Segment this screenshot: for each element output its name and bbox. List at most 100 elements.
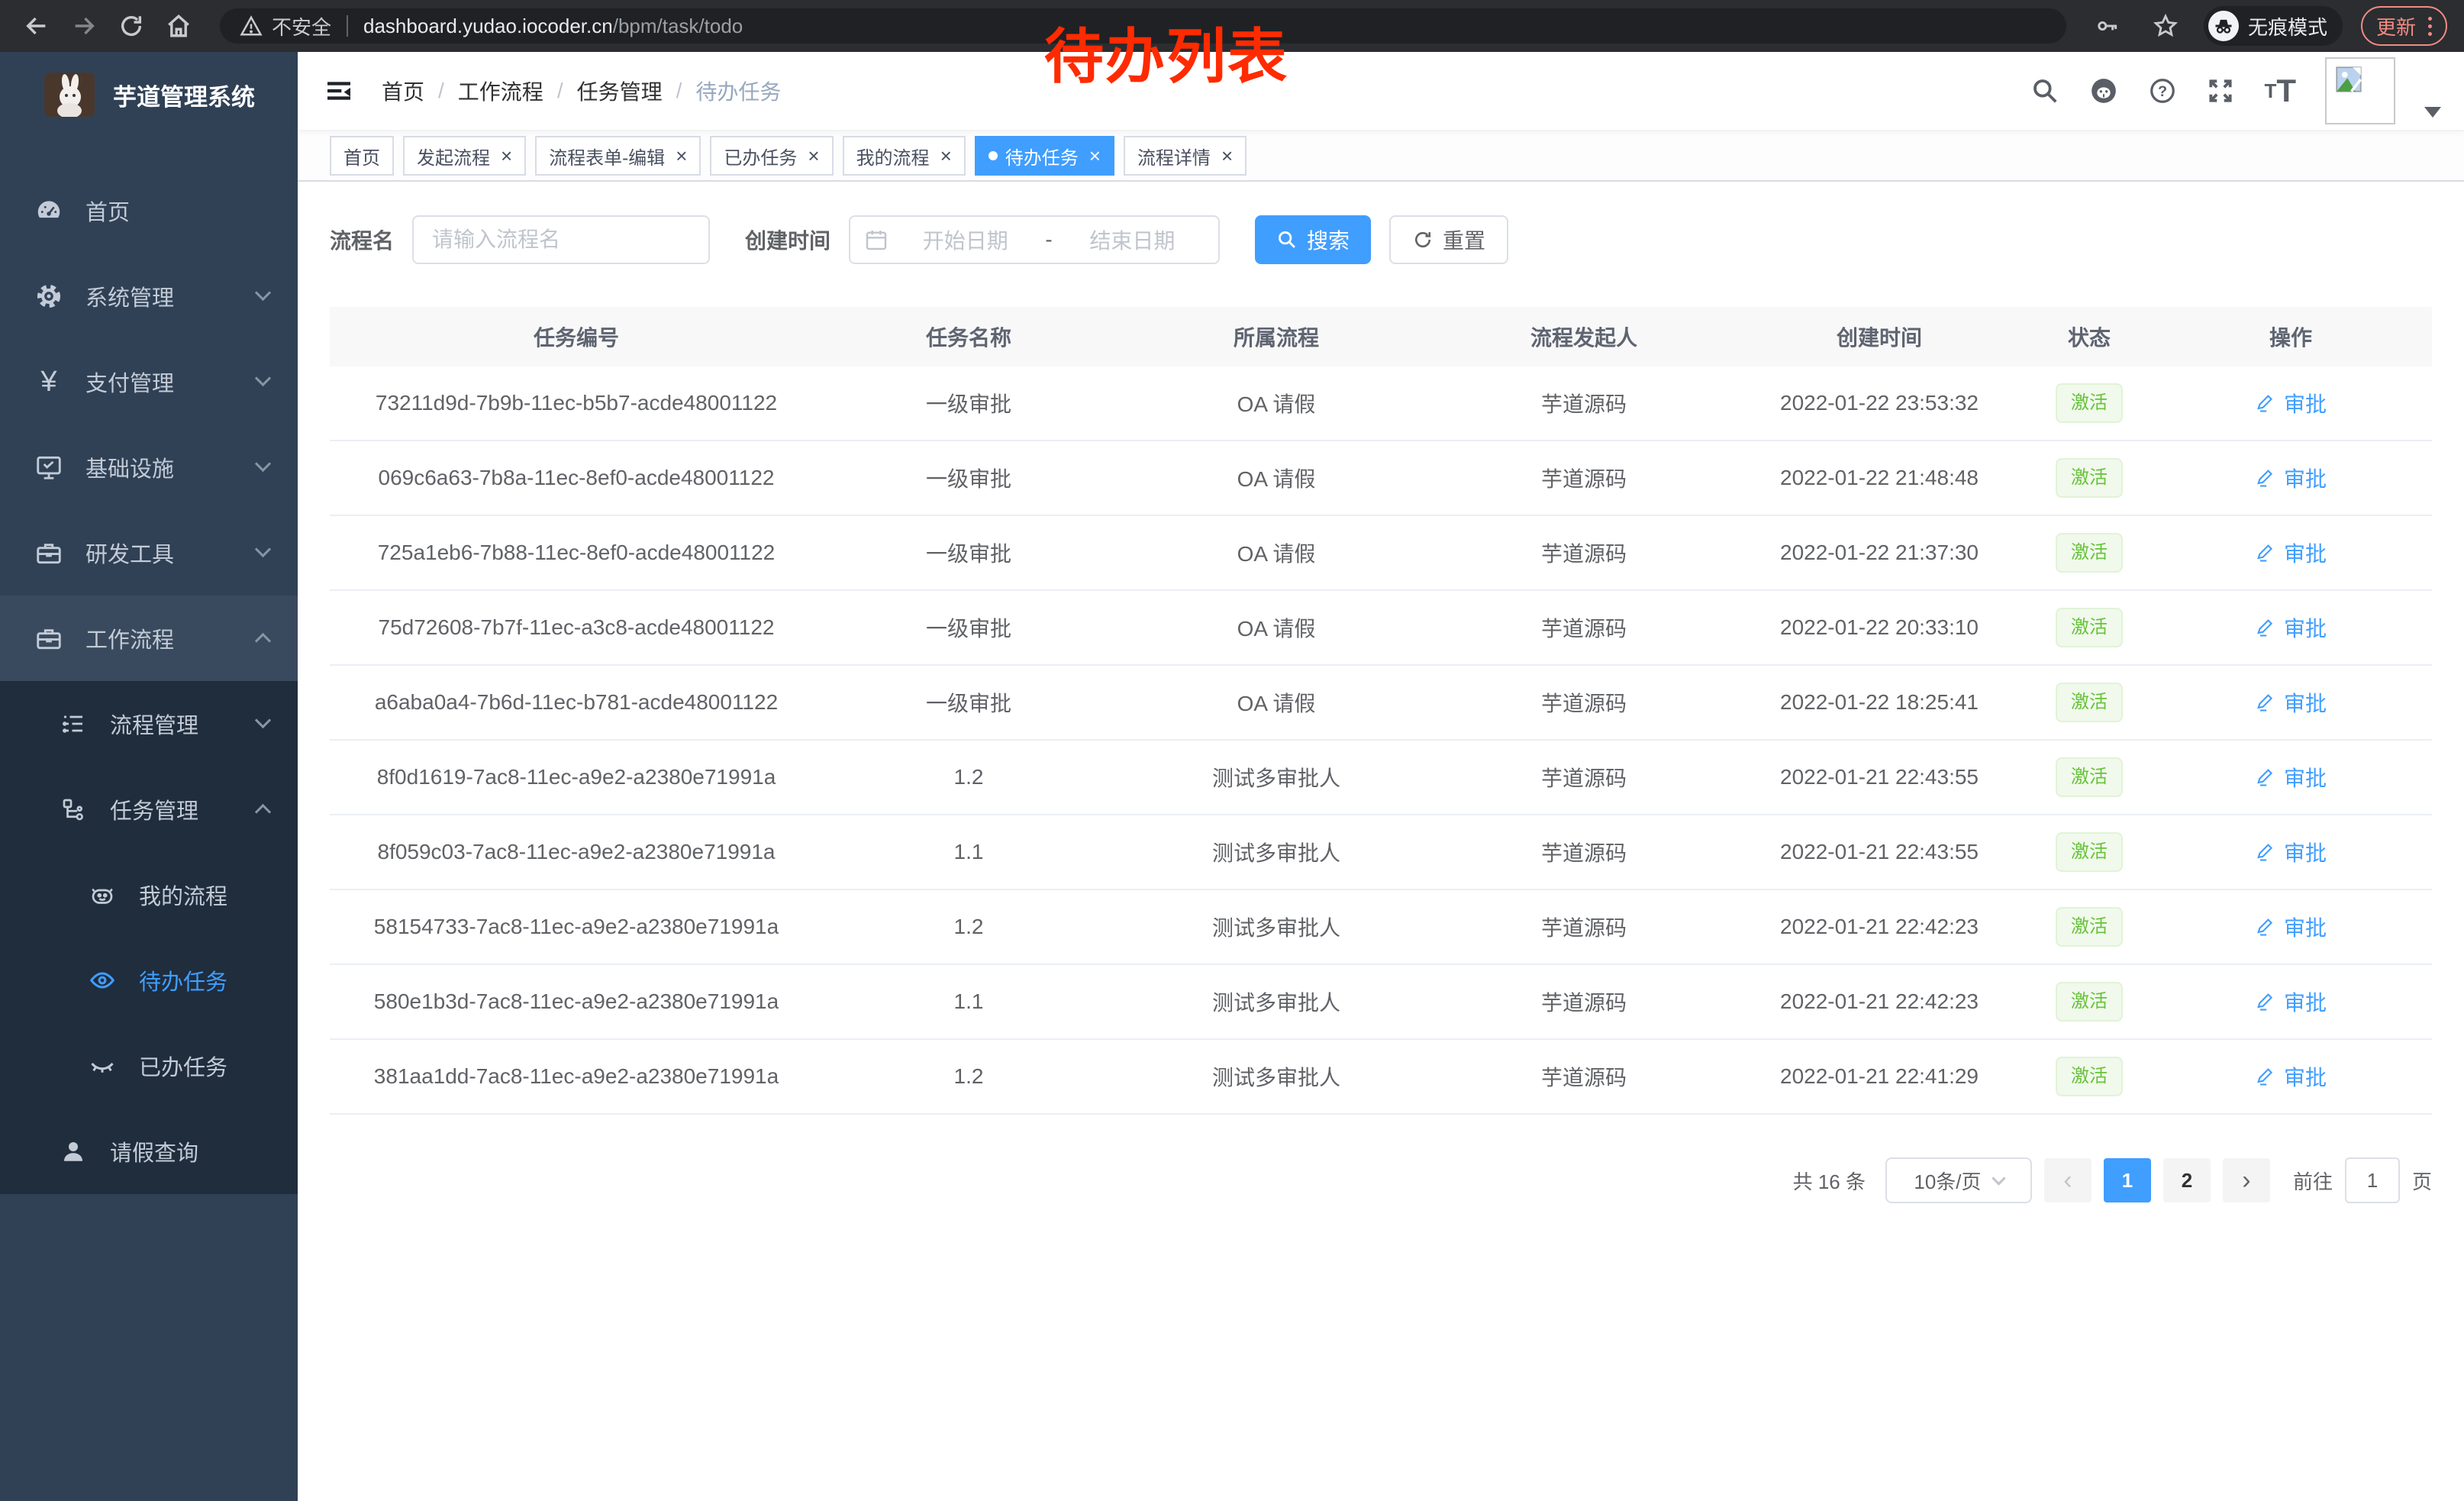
edit-pen-icon [2255, 767, 2276, 788]
close-icon[interactable]: × [676, 146, 687, 166]
sidebar-item-todo-tasks[interactable]: 待办任务 [0, 938, 298, 1023]
reset-button[interactable]: 重置 [1389, 215, 1508, 264]
edit-pen-icon [2255, 617, 2276, 638]
breadcrumb-workflow[interactable]: 工作流程 [458, 76, 543, 106]
search-icon[interactable] [2030, 76, 2059, 105]
close-icon[interactable]: × [808, 146, 819, 166]
approve-link[interactable]: 审批 [2255, 986, 2327, 1017]
avatar[interactable] [2325, 57, 2395, 124]
sidebar-item-payment[interactable]: ¥ 支付管理 [0, 339, 298, 424]
sidebar-item-label: 请假查询 [110, 1135, 198, 1167]
sidebar-item-label: 待办任务 [139, 964, 227, 996]
sidebar-item-system[interactable]: 系统管理 [0, 253, 298, 339]
sidebar-fold-icon[interactable] [321, 73, 357, 109]
approve-link[interactable]: 审批 [2255, 687, 2327, 718]
search-button[interactable]: 搜索 [1255, 215, 1371, 264]
date-range-picker[interactable]: 开始日期 - 结束日期 [849, 215, 1220, 264]
app-logo-row: 芋道管理系统 [0, 52, 298, 137]
browser-update-button[interactable]: 更新 [2361, 6, 2447, 46]
password-key-icon[interactable] [2088, 6, 2127, 46]
monitor-icon [32, 453, 66, 482]
sidebar-item-my-process[interactable]: 我的流程 [0, 852, 298, 938]
start-date-placeholder[interactable]: 开始日期 [893, 224, 1037, 255]
table-row: 58154733-7ac8-11ec-a9e2-a2380e71991a 1.2… [330, 890, 2432, 965]
approve-link[interactable]: 审批 [2255, 388, 2327, 418]
incognito-badge[interactable]: 无痕模式 [2204, 6, 2343, 46]
tab-start-process[interactable]: 发起流程 × [403, 136, 526, 176]
sidebar-item-process-mgmt[interactable]: 流程管理 [0, 681, 298, 767]
approve-link[interactable]: 审批 [2255, 537, 2327, 568]
tab-todo-tasks[interactable]: 待办任务 × [975, 136, 1114, 176]
prev-page-button[interactable]: ‹ [2044, 1158, 2091, 1202]
status-badge: 激活 [2056, 982, 2123, 1022]
help-icon[interactable]: ? [2148, 76, 2177, 105]
fullscreen-icon[interactable] [2206, 76, 2235, 105]
close-icon[interactable]: × [501, 146, 512, 166]
url-divider [347, 15, 348, 37]
page-1-button[interactable]: 1 [2104, 1158, 2151, 1202]
approve-link[interactable]: 审批 [2255, 463, 2327, 493]
toolbox-icon [32, 538, 66, 567]
approve-link[interactable]: 审批 [2255, 1061, 2327, 1092]
sidebar-item-leave-query[interactable]: 请假查询 [0, 1109, 298, 1194]
briefcase-icon [32, 624, 66, 653]
status-badge: 激活 [2056, 683, 2123, 722]
edit-pen-icon [2255, 692, 2276, 713]
chevron-down-icon [255, 712, 271, 728]
close-icon[interactable]: × [940, 146, 952, 166]
browser-menu-kebab-icon[interactable] [2428, 17, 2432, 36]
end-date-placeholder[interactable]: 结束日期 [1060, 224, 1205, 255]
avatar-caret-icon[interactable] [2424, 107, 2441, 118]
chevron-up-icon [255, 633, 271, 649]
bookmark-star-icon[interactable] [2146, 6, 2185, 46]
active-dot [989, 151, 998, 160]
status-badge: 激活 [2056, 907, 2123, 947]
date-separator: - [1042, 228, 1055, 252]
tab-my-process[interactable]: 我的流程 × [843, 136, 966, 176]
app-logo-image [44, 73, 95, 117]
tab-form-edit[interactable]: 流程表单-编辑 × [535, 136, 701, 176]
col-task-id: 任务编号 [330, 321, 823, 352]
address-bar[interactable]: 不安全 dashboard.yudao.iocoder.cn/bpm/task/… [220, 8, 2066, 44]
breadcrumb-task-mgmt[interactable]: 任务管理 [577, 76, 663, 106]
sidebar-item-task-mgmt[interactable]: 任务管理 [0, 767, 298, 852]
goto-page-input[interactable] [2345, 1157, 2400, 1203]
sidebar-item-infra[interactable]: 基础设施 [0, 424, 298, 510]
process-name-input[interactable] [412, 215, 710, 264]
table-row: 73211d9d-7b9b-11ec-b5b7-acde48001122 一级审… [330, 366, 2432, 441]
search-icon [1276, 229, 1298, 250]
sidebar-item-devtools[interactable]: 研发工具 [0, 510, 298, 596]
chevron-down-icon [255, 456, 271, 472]
approve-link[interactable]: 审批 [2255, 612, 2327, 643]
tab-process-detail[interactable]: 流程详情 × [1124, 136, 1247, 176]
security-warning[interactable]: 不安全 [240, 12, 331, 40]
tab-home[interactable]: 首页 [330, 136, 394, 176]
browser-home-icon[interactable] [159, 6, 198, 46]
page-size-select[interactable]: 10条/页 [1885, 1157, 2032, 1203]
page-2-button[interactable]: 2 [2163, 1158, 2211, 1202]
list-tree-icon [56, 710, 90, 738]
next-page-button[interactable]: › [2223, 1158, 2270, 1202]
sidebar-item-label: 我的流程 [139, 879, 227, 911]
approve-link[interactable]: 审批 [2255, 912, 2327, 942]
approve-link[interactable]: 审批 [2255, 837, 2327, 867]
breadcrumb-home[interactable]: 首页 [382, 76, 424, 106]
breadcrumb-separator: / [676, 79, 682, 103]
sidebar-item-workflow[interactable]: 工作流程 [0, 596, 298, 681]
face-icon [85, 881, 119, 909]
table-row: a6aba0a4-7b6d-11ec-b781-acde48001122 一级审… [330, 666, 2432, 741]
sidebar-item-home[interactable]: 首页 [0, 168, 298, 253]
browser-reload-icon[interactable] [111, 6, 151, 46]
close-icon[interactable]: × [1089, 146, 1101, 166]
github-icon[interactable] [2088, 76, 2119, 106]
sidebar-item-label: 系统管理 [85, 280, 174, 312]
browser-forward-icon[interactable] [64, 6, 104, 46]
browser-back-icon[interactable] [17, 6, 56, 46]
status-badge: 激活 [2056, 757, 2123, 797]
close-icon[interactable]: × [1221, 146, 1233, 166]
tab-done-tasks[interactable]: 已办任务 × [710, 136, 833, 176]
refresh-icon [1412, 229, 1434, 250]
sidebar-item-done-tasks[interactable]: 已办任务 [0, 1023, 298, 1109]
font-size-icon[interactable]: TT [2264, 75, 2296, 107]
approve-link[interactable]: 审批 [2255, 762, 2327, 792]
